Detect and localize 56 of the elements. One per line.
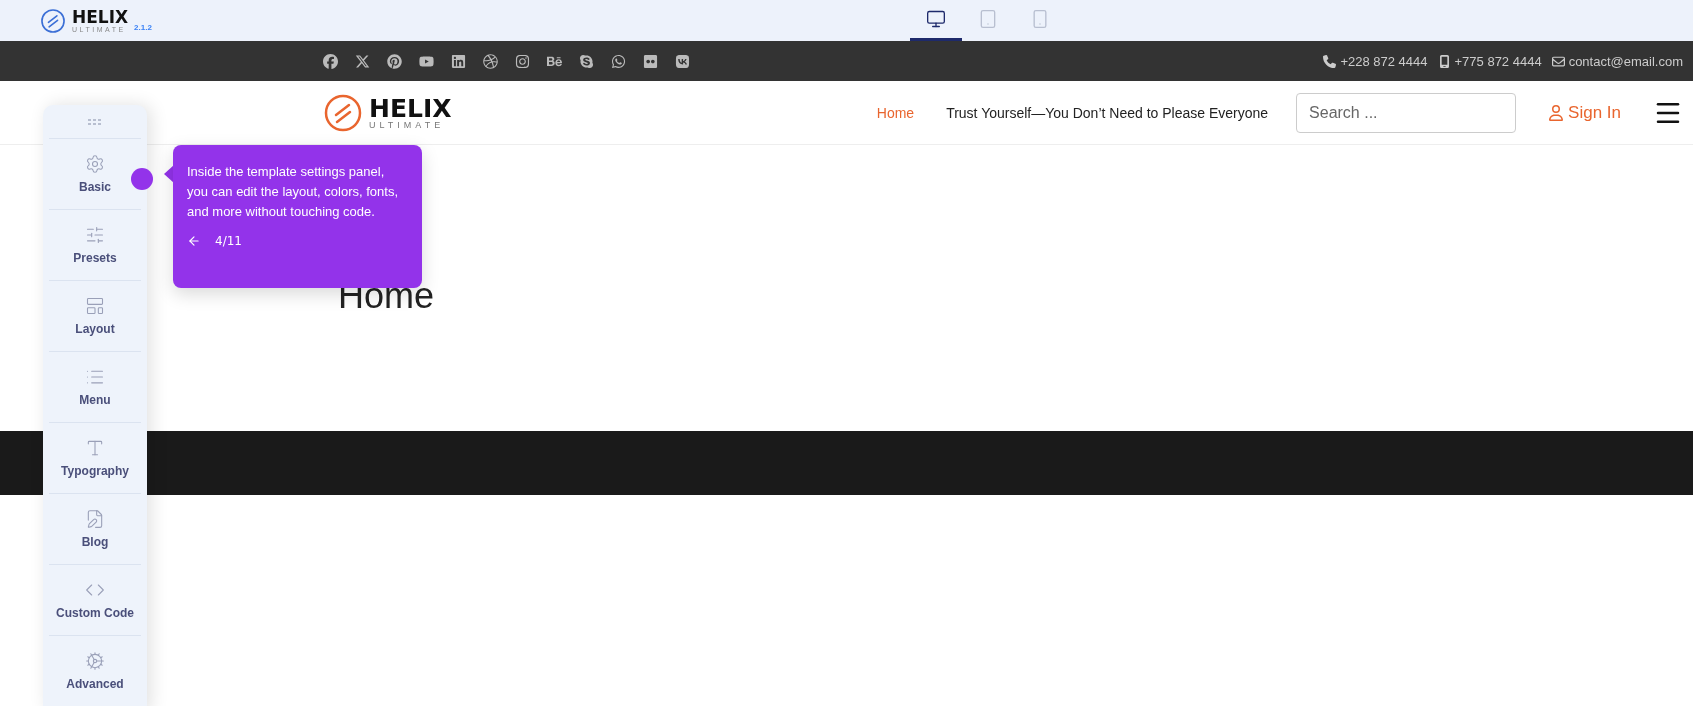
contact-text[interactable]: +775 872 4444 — [1454, 53, 1542, 69]
drag-handle-icon[interactable] — [88, 118, 102, 125]
site-logo-icon — [323, 92, 363, 133]
monitor-icon — [926, 9, 946, 29]
logo-subtitle: ULTIMATE — [369, 120, 446, 130]
brand-title: HELIX — [72, 8, 129, 26]
whatsapp-icon — [611, 53, 626, 69]
settings-panel-item[interactable]: Layout — [49, 281, 141, 352]
hotspot-dot — [131, 168, 153, 190]
cog-icon — [85, 651, 105, 671]
x-icon — [355, 53, 370, 69]
user-icon — [1548, 104, 1565, 121]
settings-panel-item[interactable]: Presets — [49, 210, 141, 281]
step-counter: 4/11 — [215, 234, 242, 248]
flickr-link[interactable] — [643, 53, 658, 69]
instagram-link[interactable] — [515, 53, 530, 69]
envelope-icon — [1551, 54, 1565, 68]
x-link[interactable] — [355, 53, 370, 69]
text-icon — [85, 438, 105, 458]
vk-icon — [675, 53, 690, 69]
vk-link[interactable] — [675, 53, 690, 69]
flickr-icon — [643, 53, 658, 69]
instagram-icon — [515, 53, 530, 69]
mobile-phone-icon — [1437, 54, 1451, 68]
tooltip-text: Inside the template settings panel, you can edit the layout, colors, fonts, and more without touching code. — [187, 163, 399, 221]
settings-panel-item[interactable]: Custom Code — [49, 565, 141, 636]
layout-icon — [85, 296, 105, 316]
linkedin-icon — [451, 53, 466, 69]
facebook-link[interactable] — [323, 53, 338, 69]
back-button[interactable] — [187, 234, 201, 248]
helix-logo-icon — [40, 7, 66, 34]
page-heading: Home — [338, 275, 436, 317]
document-pen-icon — [85, 509, 105, 529]
sliders-icon — [85, 225, 105, 245]
pinterest-icon — [387, 53, 402, 69]
settings-panel-item[interactable]: Menu — [49, 352, 141, 423]
skype-icon — [579, 53, 594, 69]
linkedin-link[interactable] — [451, 53, 466, 69]
settings-panel-item[interactable]: Typography — [49, 423, 141, 494]
menu-link[interactable]: Trust Yourself—You Don’t Need to Please Everyone — [946, 104, 1269, 121]
settings-panel-item[interactable]: Advanced — [49, 636, 141, 706]
contact-text[interactable]: +228 872 4444 — [1340, 53, 1428, 69]
search-field[interactable]: Search ... — [1296, 92, 1517, 133]
contact-text[interactable]: contact@email.com — [1568, 53, 1683, 69]
logo-title: HELIX — [369, 95, 452, 121]
pinterest-link[interactable] — [387, 53, 402, 69]
whatsapp-link[interactable] — [611, 53, 626, 69]
skype-link[interactable] — [579, 53, 594, 69]
phone-icon — [1323, 54, 1337, 68]
facebook-icon — [323, 53, 338, 69]
version-label: 2.1.2 — [134, 22, 152, 32]
settings-panel-item[interactable]: Blog — [49, 494, 141, 565]
tablet-icon — [978, 9, 998, 29]
gear-icon — [85, 154, 105, 174]
dribbble-icon — [483, 53, 498, 69]
dribbble-link[interactable] — [483, 53, 498, 69]
